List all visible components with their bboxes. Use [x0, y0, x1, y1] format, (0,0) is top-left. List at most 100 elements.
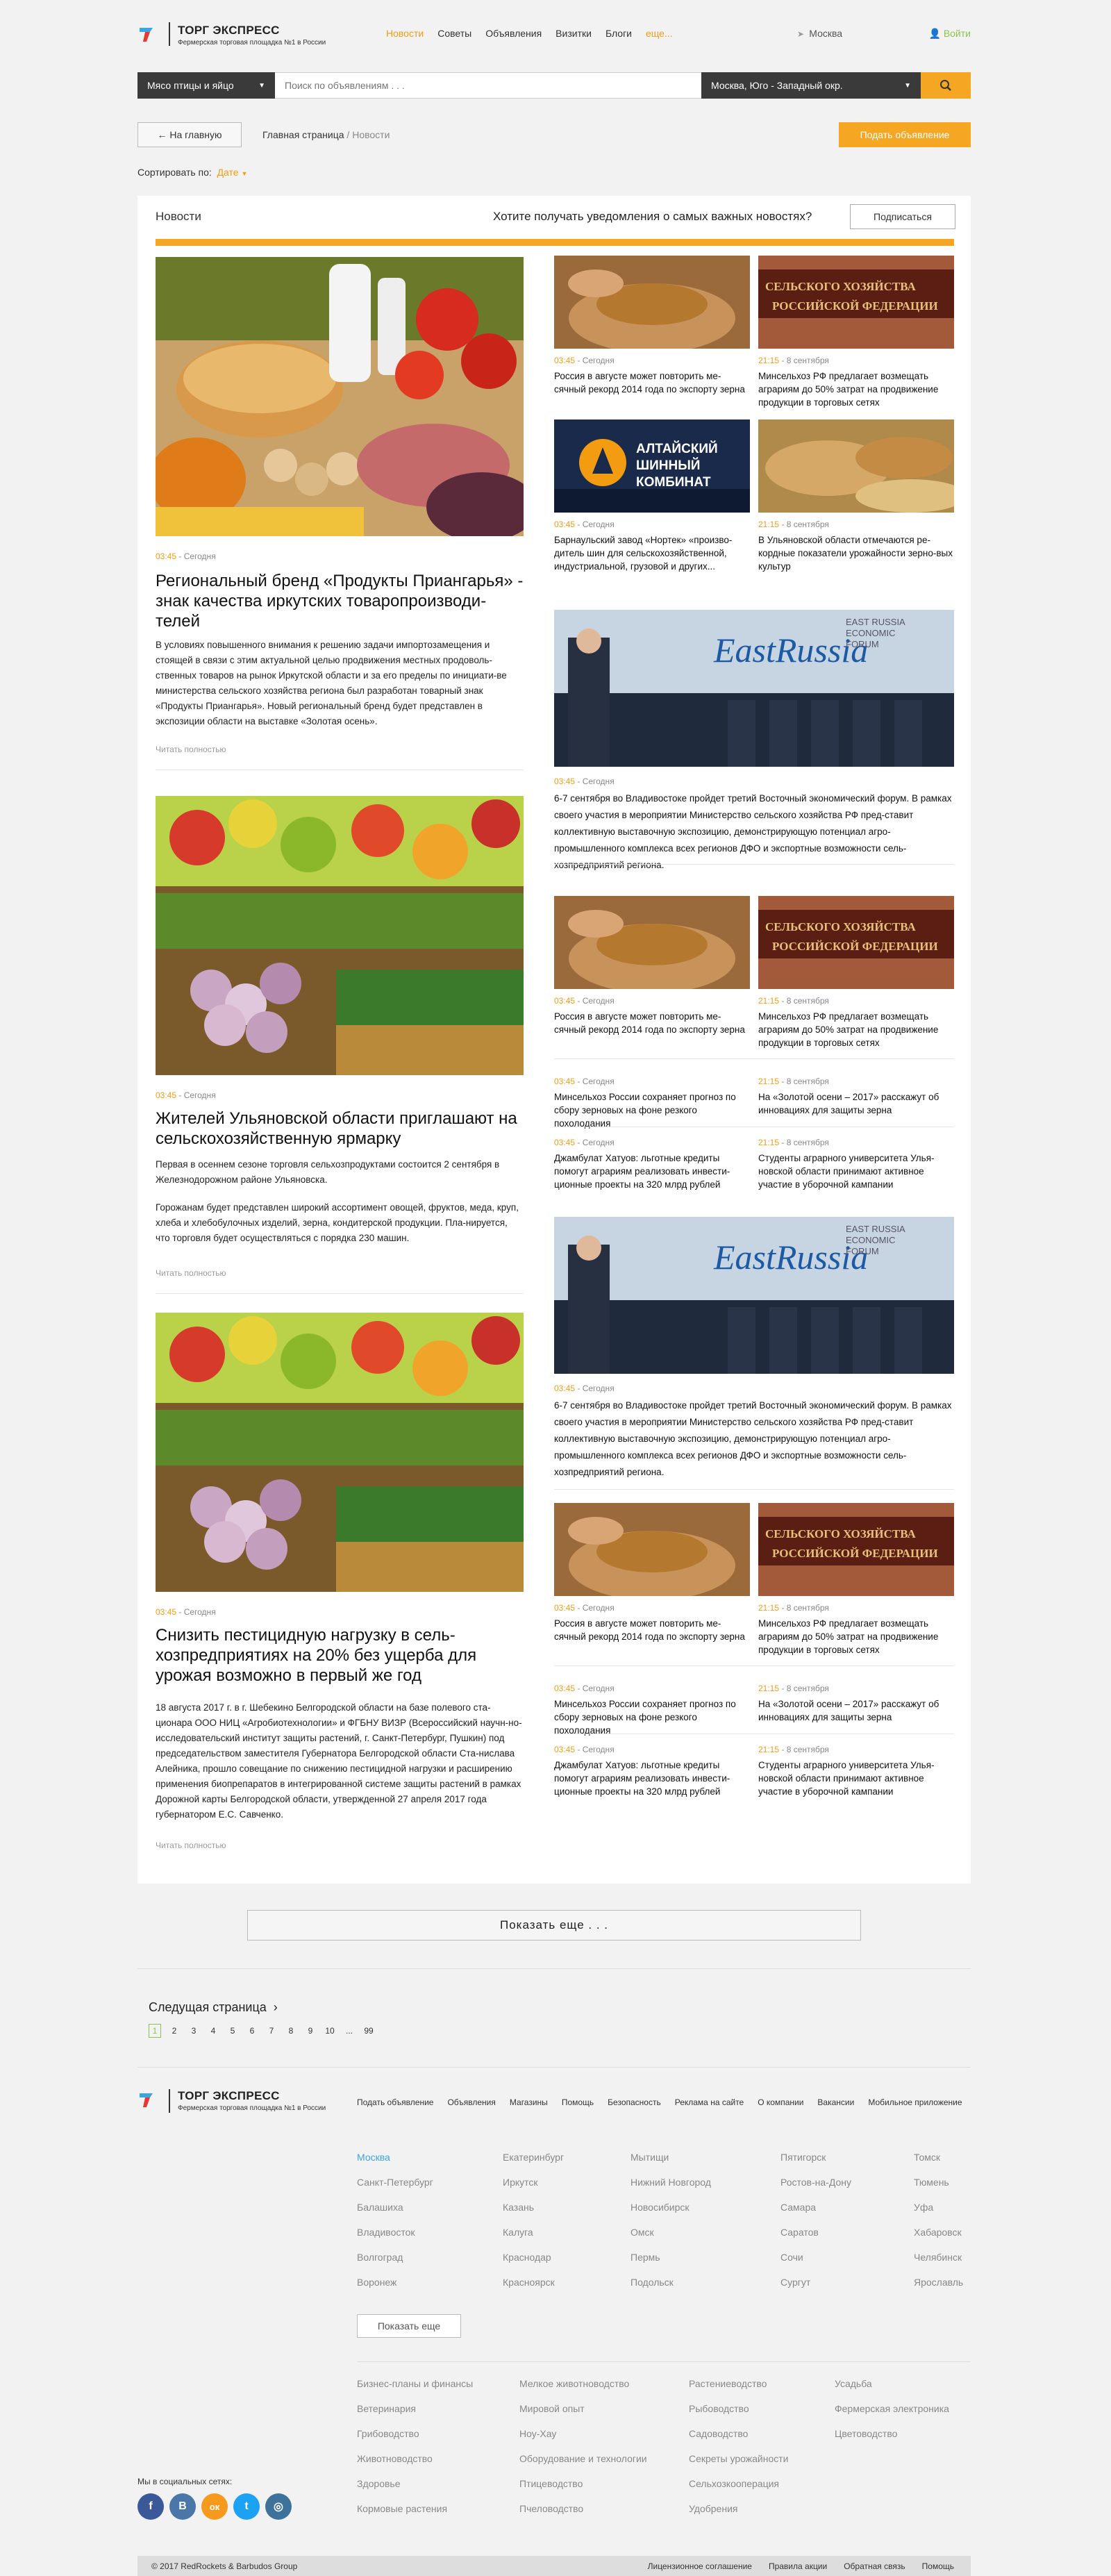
- facebook-icon[interactable]: f: [137, 2493, 164, 2520]
- city-link[interactable]: Ростов-на-Дону: [780, 2177, 851, 2202]
- news-title[interactable]: Студенты аграрного университета Улья-нов…: [758, 1152, 954, 1191]
- city-link[interactable]: Владивосток: [357, 2227, 433, 2252]
- category-link[interactable]: Мировой опыт: [519, 2403, 647, 2428]
- article-image-market-vegetables[interactable]: [156, 796, 524, 1075]
- category-link[interactable]: Цветоводство: [835, 2428, 949, 2453]
- article-title[interactable]: Региональный бренд «Продукты Приангарья»…: [156, 571, 531, 631]
- brand-name[interactable]: ТОРГ ЭКСПРЕСС: [178, 24, 280, 38]
- city-link[interactable]: Краснодар: [503, 2252, 564, 2277]
- article-image-grain-hands[interactable]: [554, 1503, 750, 1596]
- next-page-link[interactable]: Следущая страница ›: [149, 2000, 278, 2015]
- article-image-grain-hands[interactable]: [554, 256, 750, 349]
- city-link[interactable]: Волгоград: [357, 2252, 433, 2277]
- news-title[interactable]: Барнаульский завод «Нортек» «произво-дит…: [554, 533, 750, 573]
- category-link[interactable]: Рыбоводство: [689, 2403, 788, 2428]
- news-body[interactable]: 6-7 сентября во Владивостоке пройдет тре…: [554, 790, 954, 874]
- category-link[interactable]: Бизнес-планы и финансы: [357, 2378, 473, 2403]
- category-link[interactable]: Ветеринария: [357, 2403, 473, 2428]
- page-link[interactable]: 4: [207, 2024, 219, 2038]
- search-input[interactable]: [275, 72, 701, 99]
- news-title[interactable]: Студенты аграрного университета Улья-нов…: [758, 1759, 954, 1798]
- category-link[interactable]: Пчеловодство: [519, 2503, 647, 2528]
- footer-logo[interactable]: ТОРГ ЭКСПРЕСС Фермерская торговая площад…: [137, 2085, 360, 2113]
- article-image-ministry-sign[interactable]: СЕЛЬСКОГО ХОЗЯЙСТВА РОССИЙСКОЙ ФЕДЕРАЦИИ: [758, 1503, 954, 1596]
- city-link[interactable]: Нижний Новгород: [630, 2177, 711, 2202]
- city-link[interactable]: Красноярск: [503, 2277, 564, 2302]
- city-link[interactable]: Москва: [357, 2152, 433, 2177]
- nav-cards[interactable]: Визитки: [556, 28, 592, 39]
- city-link[interactable]: Тюмень: [914, 2177, 963, 2202]
- login-link[interactable]: 👤 Войти: [928, 28, 971, 40]
- read-more-link[interactable]: Читать полностью: [156, 1268, 226, 1278]
- category-link[interactable]: Сельхозкооперация: [689, 2478, 788, 2503]
- footer-nav-item[interactable]: Подать объявление: [357, 2097, 433, 2107]
- city-link[interactable]: Омск: [630, 2227, 711, 2252]
- back-home-button[interactable]: ← На главную: [137, 122, 242, 147]
- category-link[interactable]: Садоводство: [689, 2428, 788, 2453]
- category-link[interactable]: Птицеводство: [519, 2478, 647, 2503]
- city-link[interactable]: Мытищи: [630, 2152, 711, 2177]
- page-link[interactable]: 7: [265, 2024, 278, 2038]
- page-link[interactable]: 10: [324, 2024, 336, 2038]
- page-link[interactable]: 3: [187, 2024, 200, 2038]
- category-link[interactable]: Фермерская электроника: [835, 2403, 949, 2428]
- news-title[interactable]: Россия в августе может повторить ме-сячн…: [554, 369, 750, 396]
- bottom-link[interactable]: Лицензионное соглашение: [648, 2561, 752, 2571]
- post-ad-button[interactable]: Подать объявление: [839, 122, 971, 147]
- page-link[interactable]: 99: [362, 2024, 375, 2038]
- read-more-link[interactable]: Читать полностью: [156, 1840, 226, 1850]
- nav-ads[interactable]: Объявления: [485, 28, 542, 39]
- article-image-bread-grain[interactable]: [758, 419, 954, 513]
- page-link[interactable]: 8: [285, 2024, 297, 2038]
- city-link[interactable]: Иркутск: [503, 2177, 564, 2202]
- city-link[interactable]: Екатеринбург: [503, 2152, 564, 2177]
- news-title[interactable]: Минсельхоз России сохраняет прогноз по с…: [554, 1697, 750, 1737]
- article-title[interactable]: Снизить пестицидную нагрузку в сель-хозп…: [156, 1625, 517, 1686]
- news-title[interactable]: Россия в августе может повторить ме-сячн…: [554, 1010, 750, 1036]
- news-title[interactable]: Минсельхоз России сохраняет прогноз по с…: [554, 1090, 750, 1130]
- city-link[interactable]: Уфа: [914, 2202, 963, 2227]
- city-link[interactable]: Пермь: [630, 2252, 711, 2277]
- news-title[interactable]: Джамбулат Хатуов: льготные кредиты помог…: [554, 1759, 750, 1798]
- subscribe-button[interactable]: Подписаться: [850, 204, 955, 229]
- city-link[interactable]: Новосибирск: [630, 2202, 711, 2227]
- footer-nav-item[interactable]: Вакансии: [817, 2097, 854, 2107]
- article-image-eastrussia-forum[interactable]: EastRussia EAST RUSSIA ECONOMIC FORUM: [554, 610, 954, 767]
- article-title[interactable]: Жителей Ульяновской области приглашают н…: [156, 1108, 531, 1149]
- page-link[interactable]: 9: [304, 2024, 317, 2038]
- read-more-link[interactable]: Читать полностью: [156, 745, 226, 754]
- city-link[interactable]: Пятигорск: [780, 2152, 851, 2177]
- category-link[interactable]: Кормовые растения: [357, 2503, 473, 2528]
- page-link[interactable]: 1: [149, 2024, 161, 2038]
- bottom-link[interactable]: Правила акции: [769, 2561, 827, 2571]
- category-link[interactable]: Растениеводство: [689, 2378, 788, 2403]
- category-select[interactable]: Мясо птицы и яйцо ▼: [137, 72, 275, 99]
- city-link[interactable]: Балашиха: [357, 2202, 433, 2227]
- category-link[interactable]: Здоровье: [357, 2478, 473, 2503]
- odnoklassniki-icon[interactable]: ок: [201, 2493, 228, 2520]
- news-title[interactable]: Россия в августе может повторить ме-сячн…: [554, 1617, 750, 1643]
- region-select[interactable]: Москва, Юго - Западный окр. ▼: [701, 72, 921, 99]
- instagram-icon[interactable]: ◎: [265, 2493, 292, 2520]
- article-image-ministry-sign[interactable]: СЕЛЬСКОГО ХОЗЯЙСТВА РОССИЙСКОЙ ФЕДЕРАЦИИ: [758, 896, 954, 989]
- article-image-market-vegetables[interactable]: [156, 1313, 524, 1592]
- category-link[interactable]: Ноу-Хау: [519, 2428, 647, 2453]
- nav-news[interactable]: Новости: [386, 28, 424, 39]
- nav-tips[interactable]: Советы: [437, 28, 471, 39]
- footer-nav-item[interactable]: Магазины: [510, 2097, 548, 2107]
- category-link[interactable]: Секреты урожайности: [689, 2453, 788, 2478]
- news-title[interactable]: В Ульяновской области отмечаются ре-корд…: [758, 533, 954, 573]
- category-link[interactable]: Усадьба: [835, 2378, 949, 2403]
- city-link[interactable]: Калуга: [503, 2227, 564, 2252]
- category-link[interactable]: Животноводство: [357, 2453, 473, 2478]
- article-image-eastrussia-forum[interactable]: EastRussia EAST RUSSIA ECONOMIC FORUM: [554, 1217, 954, 1374]
- show-more-cities-button[interactable]: Показать еще: [357, 2314, 461, 2338]
- city-link[interactable]: Томск: [914, 2152, 963, 2177]
- article-image-dairy-bread[interactable]: [156, 257, 524, 536]
- bottom-link[interactable]: Помощь: [922, 2561, 954, 2571]
- search-button[interactable]: [921, 72, 971, 99]
- article-image-grain-hands[interactable]: [554, 896, 750, 989]
- footer-nav-item[interactable]: Мобильное приложение: [868, 2097, 962, 2107]
- page-link[interactable]: 6: [246, 2024, 258, 2038]
- city-link[interactable]: Санкт-Петербург: [357, 2177, 433, 2202]
